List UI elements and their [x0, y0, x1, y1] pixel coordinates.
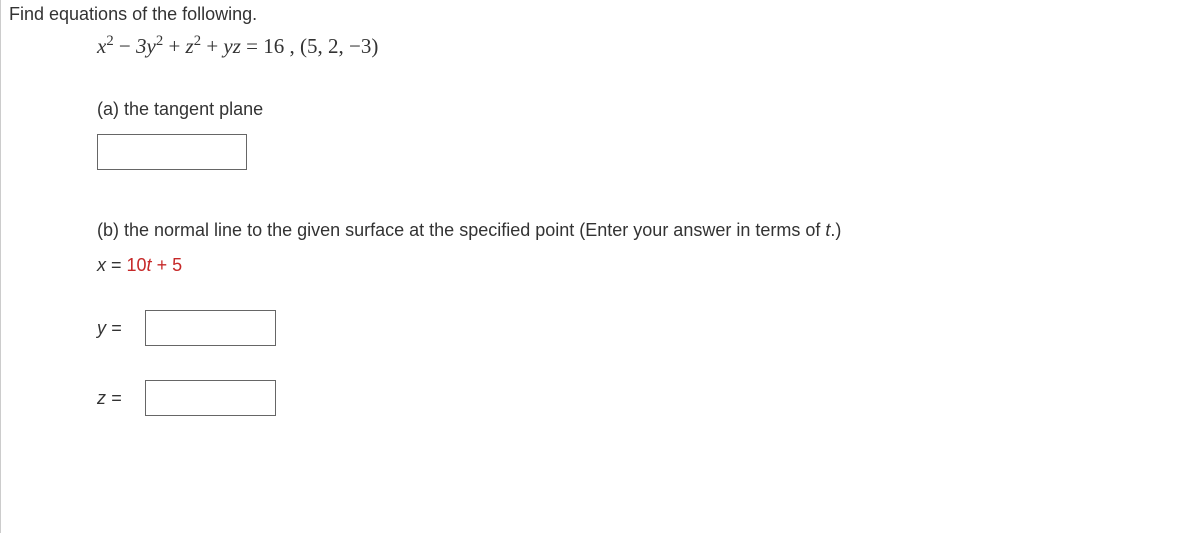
- tangent-plane-input[interactable]: [97, 134, 247, 170]
- x-answer: 10t + 5: [127, 255, 183, 275]
- y-input[interactable]: [145, 310, 276, 346]
- part-a-section: (a) the tangent plane: [97, 99, 1192, 170]
- y-equation-row: y =: [97, 310, 1192, 346]
- question-instruction: Find equations of the following.: [9, 4, 1192, 25]
- x-equation-row: x = 10t + 5: [97, 255, 1192, 276]
- z-label: z =: [97, 388, 137, 409]
- x-var: x: [97, 255, 106, 275]
- part-b-section: (b) the normal line to the given surface…: [97, 220, 1192, 416]
- y-label: y =: [97, 318, 137, 339]
- z-equation-row: z =: [97, 380, 1192, 416]
- z-input[interactable]: [145, 380, 276, 416]
- part-b-label: (b) the normal line to the given surface…: [97, 220, 1192, 241]
- equation-display: x2 − 3y2 + z2 + yz = 16 , (5, 2, −3): [97, 33, 1192, 59]
- part-a-label: (a) the tangent plane: [97, 99, 1192, 120]
